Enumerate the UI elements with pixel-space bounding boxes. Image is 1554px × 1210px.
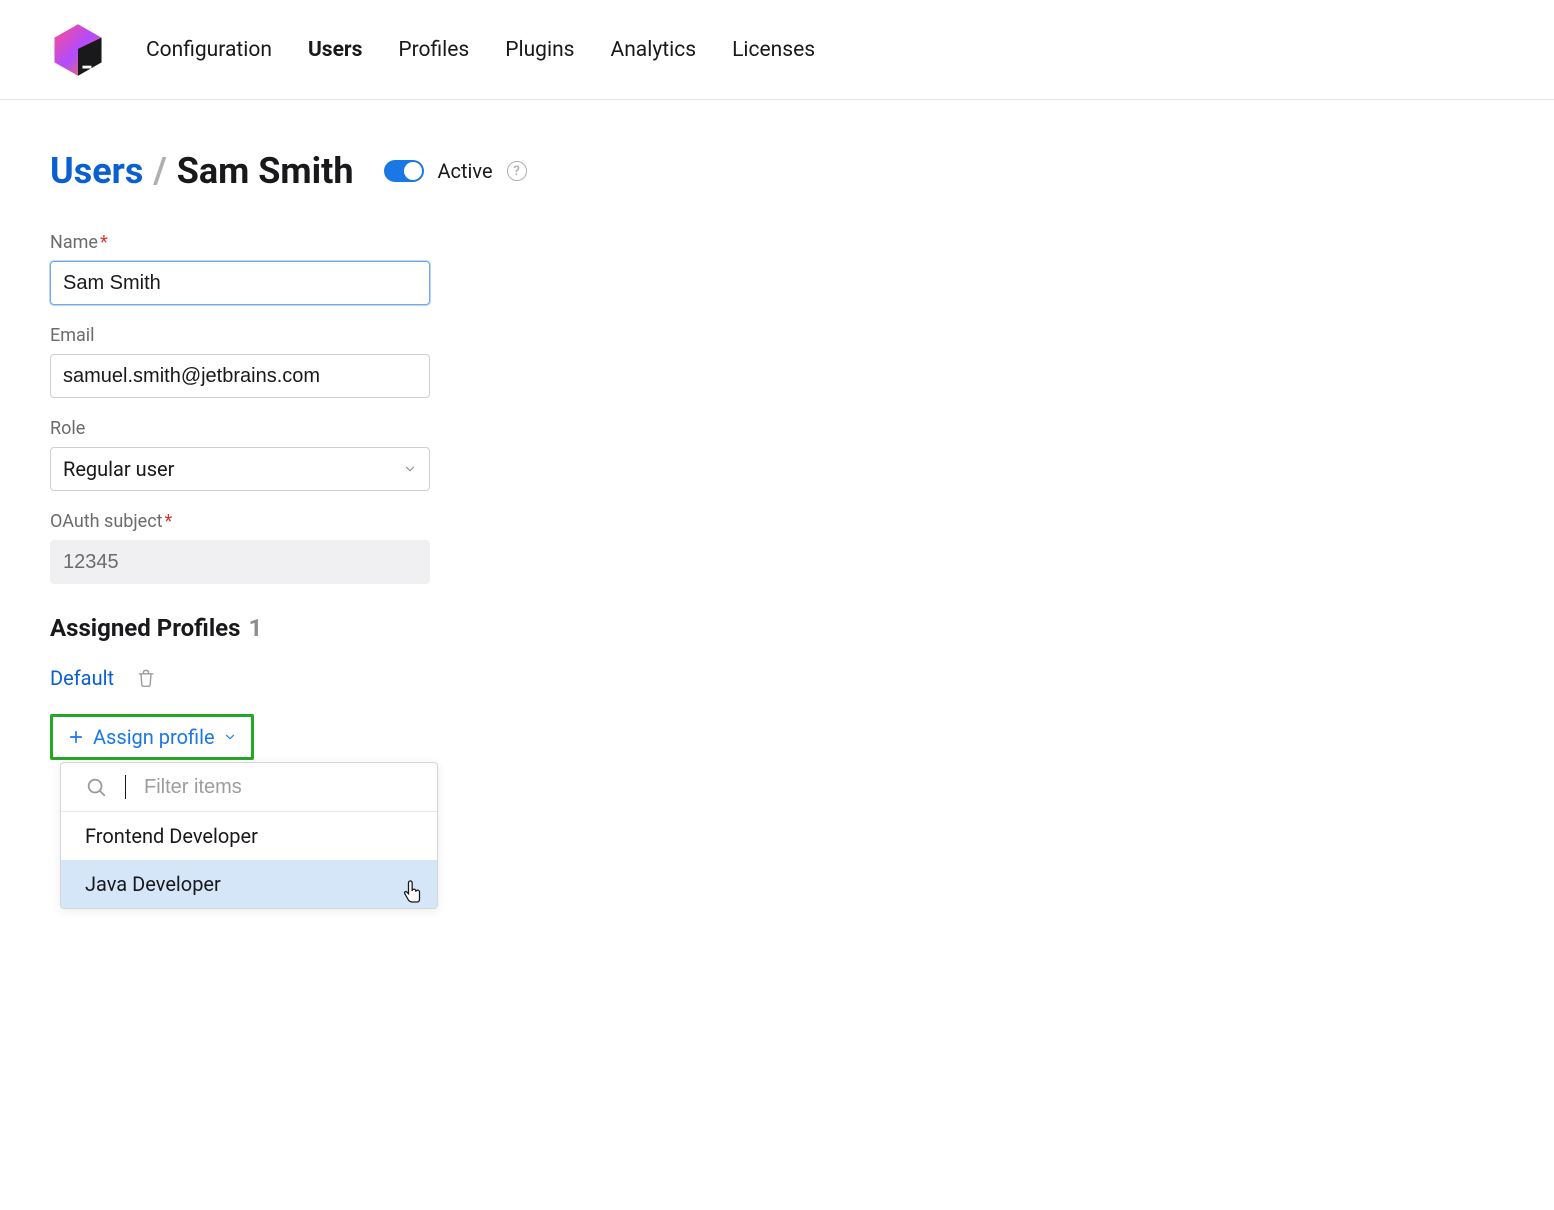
search-icon [85, 776, 107, 798]
active-toggle-label: Active [438, 159, 493, 183]
dropdown-search-row [61, 763, 437, 812]
profile-row: Default [50, 666, 430, 690]
dropdown-filter-input[interactable] [144, 776, 413, 799]
breadcrumb: Users / Sam Smith [50, 150, 354, 192]
breadcrumb-separator: / [153, 150, 166, 192]
assign-profile-button[interactable]: Assign profile [50, 714, 254, 760]
text-caret [125, 775, 126, 799]
role-label: Role [50, 418, 430, 439]
email-input[interactable] [50, 354, 430, 398]
assign-profile-label: Assign profile [93, 725, 215, 749]
breadcrumb-current: Sam Smith [177, 150, 354, 192]
name-label: Name* [50, 232, 430, 253]
dropdown-option-java-developer[interactable]: Java Developer [61, 860, 437, 908]
assigned-profiles-count: 1 [248, 614, 262, 642]
chevron-down-icon [403, 462, 417, 476]
nav-plugins[interactable]: Plugins [505, 38, 574, 62]
pointer-cursor-icon [403, 878, 425, 904]
name-input[interactable] [50, 261, 430, 305]
oauth-input [50, 540, 430, 584]
nav-configuration[interactable]: Configuration [146, 38, 272, 62]
toolbox-logo [50, 22, 106, 78]
help-icon[interactable]: ? [507, 161, 527, 181]
chevron-down-icon [223, 730, 237, 744]
oauth-label: OAuth subject* [50, 511, 430, 532]
trash-icon[interactable] [136, 667, 156, 689]
active-toggle[interactable] [384, 160, 424, 182]
role-select[interactable]: Regular user [50, 447, 430, 491]
email-label: Email [50, 325, 430, 346]
top-bar: Configuration Users Profiles Plugins Ana… [0, 0, 1554, 100]
role-select-value: Regular user [63, 457, 174, 481]
nav-licenses[interactable]: Licenses [732, 38, 815, 62]
plus-icon [67, 728, 85, 746]
assign-profile-dropdown: Frontend Developer Java Developer [60, 762, 438, 909]
nav-profiles[interactable]: Profiles [398, 38, 469, 62]
nav-users[interactable]: Users [308, 38, 362, 62]
nav-analytics[interactable]: Analytics [611, 38, 697, 62]
profile-link-default[interactable]: Default [50, 666, 114, 690]
dropdown-option-frontend-developer[interactable]: Frontend Developer [61, 812, 437, 860]
nav-links: Configuration Users Profiles Plugins Ana… [146, 38, 815, 62]
breadcrumb-root[interactable]: Users [50, 150, 143, 192]
assigned-profiles-title: Assigned Profiles 1 [50, 614, 430, 642]
